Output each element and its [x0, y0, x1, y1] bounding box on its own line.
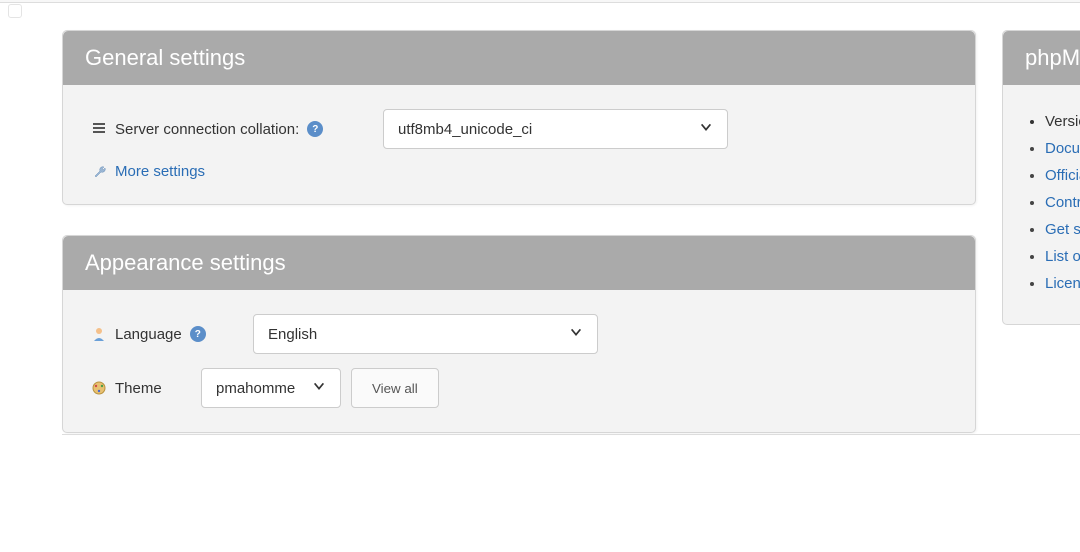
- sidebar-link[interactable]: Get support: [1045, 221, 1080, 238]
- chevron-down-icon: [699, 120, 713, 138]
- chevron-down-icon: [569, 325, 583, 343]
- collapse-handle-icon[interactable]: [8, 4, 22, 18]
- window-top-border: [0, 0, 1080, 3]
- general-settings-panel: General settings Server connection colla…: [62, 30, 976, 205]
- phpmyadmin-header: phpMyAdmin: [1003, 31, 1080, 85]
- appearance-settings-header: Appearance settings: [63, 236, 975, 290]
- language-label: Language: [115, 326, 182, 343]
- appearance-settings-panel: Appearance settings Language ? English: [62, 235, 976, 433]
- theme-label: Theme: [115, 380, 162, 397]
- sidebar-item: License: [1045, 275, 1080, 292]
- sidebar-link[interactable]: List of changes: [1045, 248, 1080, 265]
- language-select[interactable]: English: [253, 314, 598, 354]
- help-icon[interactable]: ?: [190, 326, 206, 342]
- sidebar-item: Documentation: [1045, 140, 1080, 157]
- collation-select[interactable]: utf8mb4_unicode_ci: [383, 109, 728, 149]
- theme-value: pmahomme: [216, 380, 295, 397]
- sidebar-item: Version information:: [1045, 113, 1080, 130]
- sidebar-item: Get support: [1045, 221, 1080, 238]
- more-settings-link[interactable]: More settings: [115, 163, 205, 180]
- phpmyadmin-panel: phpMyAdmin Version information: Document…: [1002, 30, 1080, 325]
- sidebar-link[interactable]: License: [1045, 275, 1080, 292]
- language-value: English: [268, 326, 317, 343]
- sidebar-link[interactable]: Contribute: [1045, 194, 1080, 211]
- help-icon[interactable]: ?: [307, 121, 323, 137]
- divider: [62, 434, 1080, 435]
- collation-value: utf8mb4_unicode_ci: [398, 121, 532, 138]
- sidebar-item: List of changes: [1045, 248, 1080, 265]
- phpmyadmin-link-list: Version information: Documentation Offic…: [1025, 113, 1080, 292]
- sidebar-item: Contribute: [1045, 194, 1080, 211]
- sidebar-link[interactable]: Official Homepage: [1045, 167, 1080, 184]
- theme-icon: [91, 380, 107, 396]
- sidebar-link[interactable]: Documentation: [1045, 140, 1080, 157]
- general-settings-header: General settings: [63, 31, 975, 85]
- wrench-icon: [91, 164, 107, 180]
- collation-icon: [91, 121, 107, 137]
- chevron-down-icon: [312, 379, 326, 397]
- language-icon: [91, 326, 107, 342]
- theme-select[interactable]: pmahomme: [201, 368, 341, 408]
- collation-label: Server connection collation:: [115, 121, 299, 138]
- sidebar-item: Official Homepage: [1045, 167, 1080, 184]
- view-all-button[interactable]: View all: [351, 368, 439, 408]
